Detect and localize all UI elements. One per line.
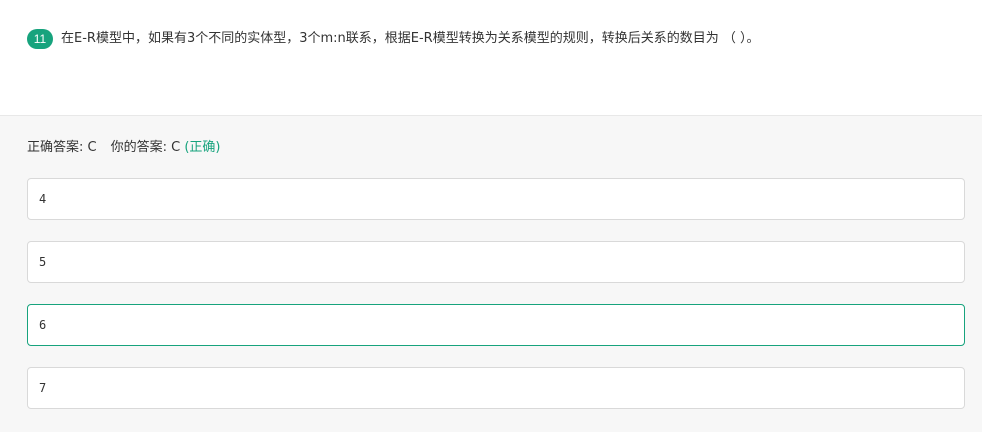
- your-answer-label: 你的答案: C: [110, 140, 181, 155]
- option-c[interactable]: 6: [27, 304, 965, 346]
- answer-area: 正确答案: C 你的答案: C (正确) 4 5 6 7: [0, 116, 982, 432]
- option-b[interactable]: 5: [27, 241, 965, 283]
- answer-summary: 正确答案: C 你的答案: C (正确): [27, 138, 220, 158]
- option-text: 6: [39, 318, 47, 332]
- option-text: 5: [39, 255, 47, 269]
- option-a[interactable]: 4: [27, 178, 965, 220]
- correct-answer-label: 正确答案: C: [27, 140, 97, 155]
- question-area: 11 在E-R模型中，如果有3个不同的实体型，3个m:n联系，根据E-R模型转换…: [0, 0, 982, 116]
- question-text: 在E-R模型中，如果有3个不同的实体型，3个m:n联系，根据E-R模型转换为关系…: [61, 31, 760, 46]
- option-d[interactable]: 7: [27, 367, 965, 409]
- option-text: 4: [39, 192, 47, 206]
- answer-result-status: (正确): [184, 140, 221, 155]
- question-number-badge: 11: [27, 29, 53, 49]
- option-text: 7: [39, 381, 47, 395]
